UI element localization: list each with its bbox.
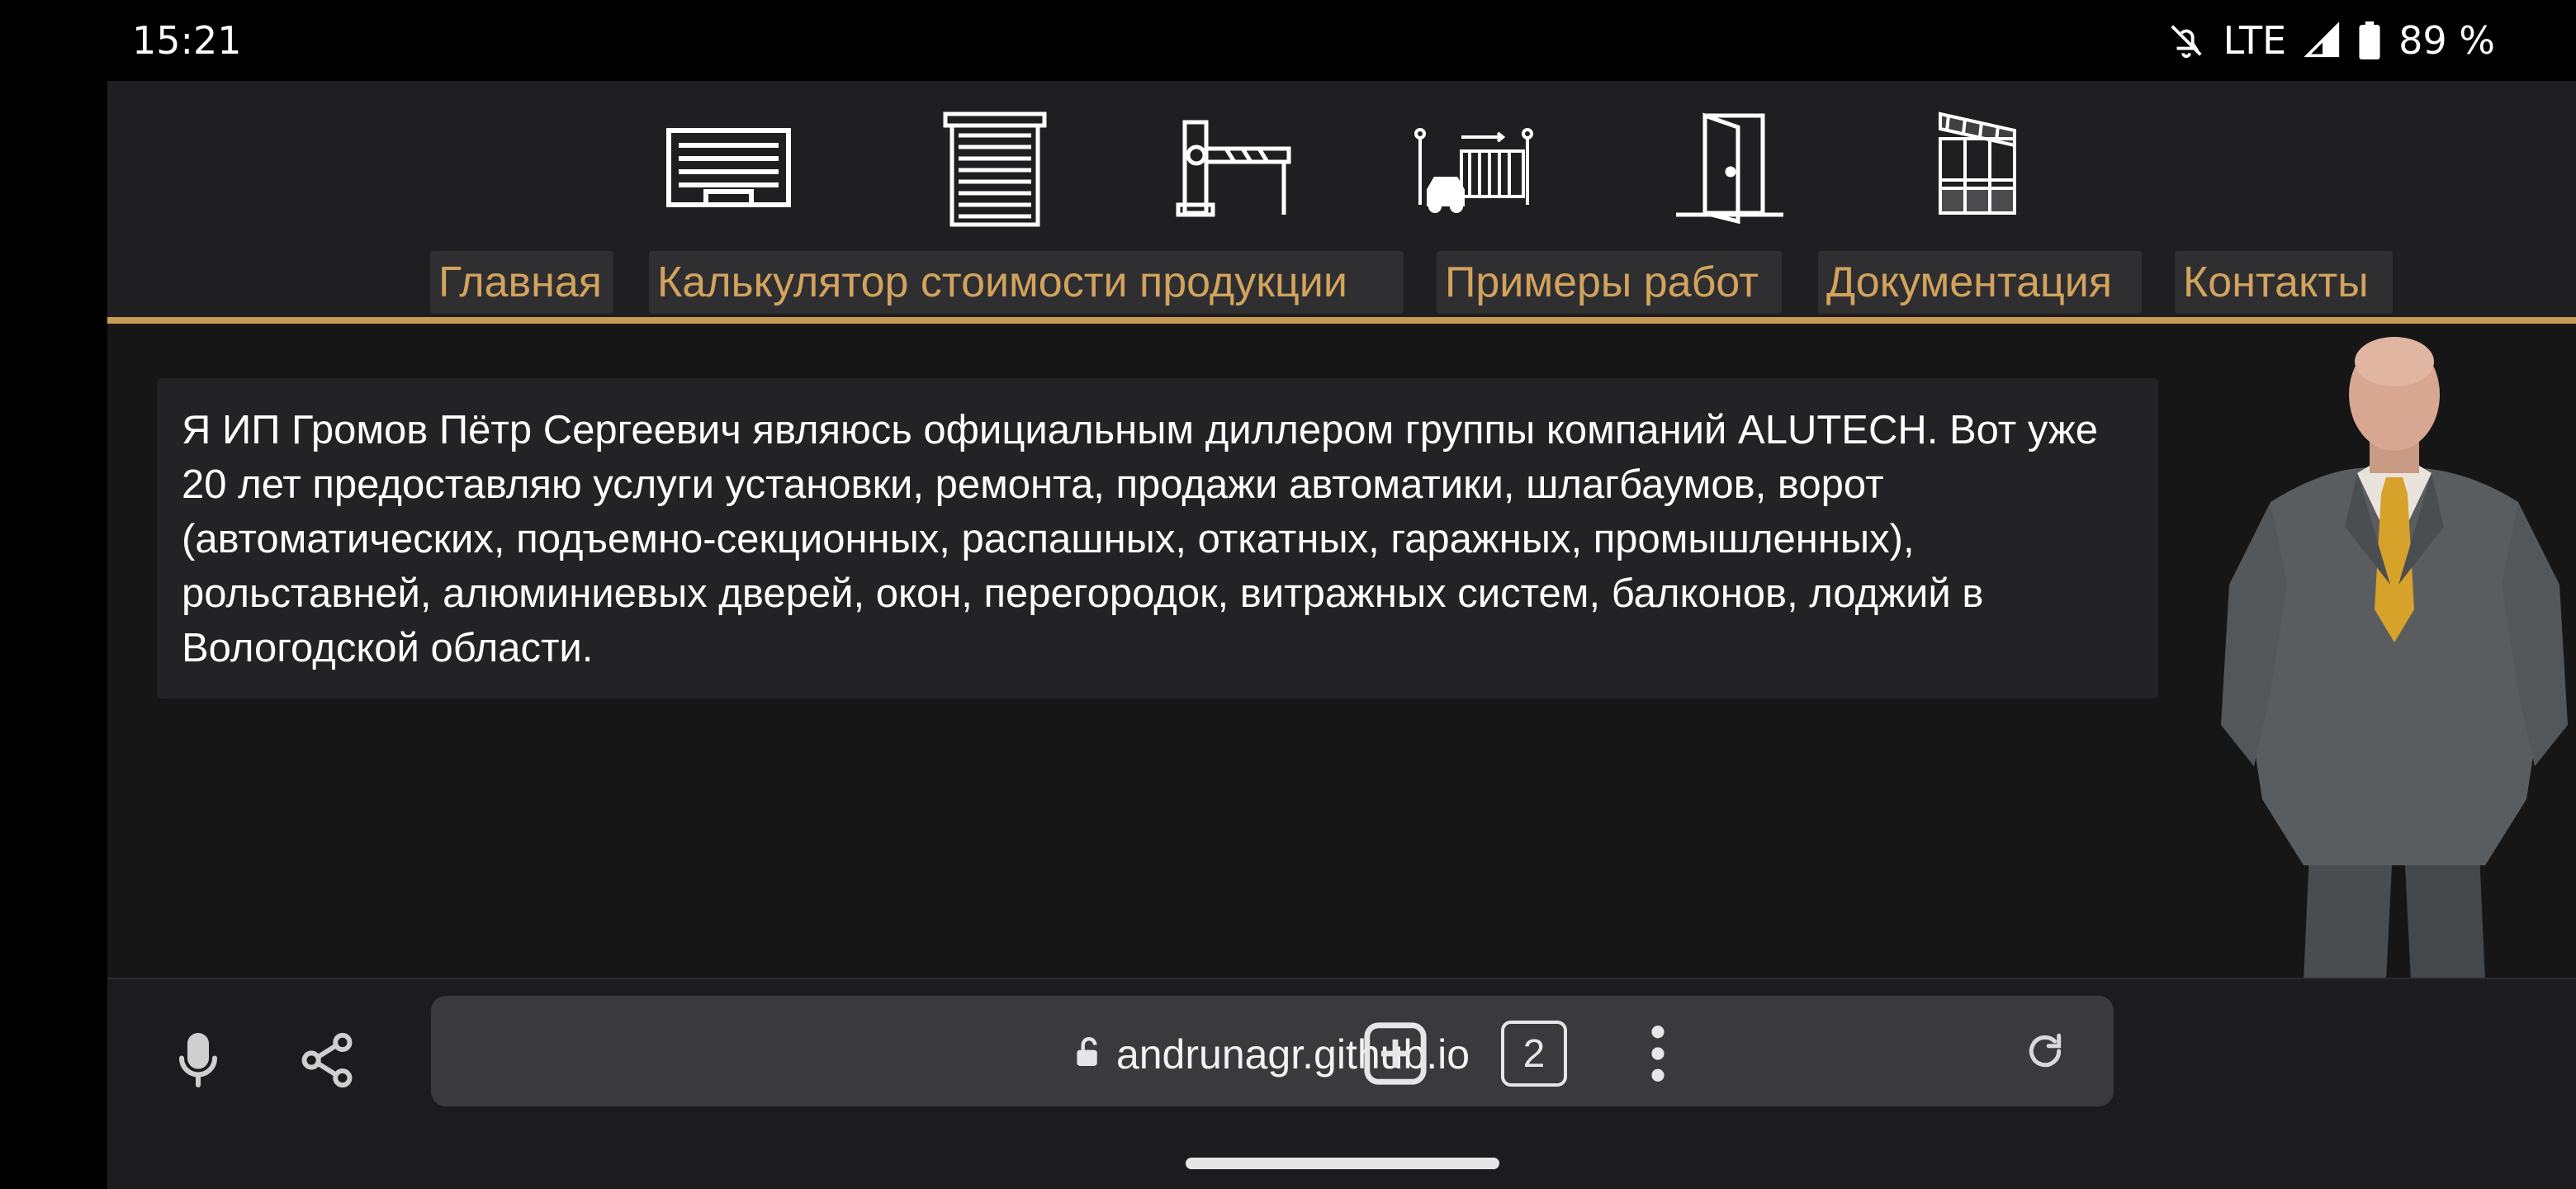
url-text[interactable]: andrunagr.github.io bbox=[431, 996, 2114, 1106]
tab-count: 2 bbox=[1501, 1021, 1567, 1087]
reload-icon[interactable] bbox=[2018, 1024, 2072, 1078]
web-page: Главная Калькулятор стоимости продукции … bbox=[107, 81, 2576, 978]
nav-portfolio[interactable]: Примеры работ bbox=[1437, 251, 1782, 314]
address-bar[interactable]: andrunagr.github.io bbox=[431, 996, 2114, 1106]
battery-level: 89 % bbox=[2398, 18, 2495, 63]
share-icon[interactable] bbox=[286, 1019, 368, 1101]
barrier-icon[interactable] bbox=[1160, 106, 1300, 230]
status-time: 15:21 bbox=[132, 18, 242, 63]
site-header: Главная Калькулятор стоимости продукции … bbox=[107, 81, 2576, 320]
left-edge bbox=[0, 81, 107, 1189]
battery-icon bbox=[2359, 21, 2380, 59]
status-icons: LTE 89 % bbox=[2167, 18, 2495, 63]
mute-icon bbox=[2167, 21, 2205, 59]
product-icons bbox=[107, 106, 2576, 230]
signal-icon bbox=[2304, 22, 2341, 59]
lock-icon bbox=[1075, 999, 1103, 1110]
balcony-icon[interactable] bbox=[1907, 106, 2048, 230]
tabs-icon[interactable]: 2 bbox=[1498, 1017, 1570, 1090]
network-label: LTE bbox=[2223, 18, 2287, 63]
more-icon[interactable] bbox=[1633, 1017, 1683, 1090]
status-bar: 15:21 LTE 89 % bbox=[0, 0, 2576, 81]
owner-photo bbox=[2213, 337, 2576, 978]
nav-documentation[interactable]: Документация bbox=[1818, 251, 2142, 314]
header-divider bbox=[107, 317, 2576, 324]
nav-contacts[interactable]: Контакты bbox=[2175, 251, 2393, 314]
door-icon[interactable] bbox=[1660, 106, 1800, 230]
nav-price-calculator[interactable]: Калькулятор стоимости продукции bbox=[649, 251, 1404, 314]
about-text: Я ИП Громов Пётр Сергеевич являюсь офици… bbox=[157, 378, 2158, 699]
gesture-handle[interactable] bbox=[1186, 1158, 1499, 1169]
roller-shutter-icon[interactable] bbox=[921, 106, 1061, 230]
mic-icon[interactable] bbox=[157, 1019, 239, 1101]
new-tab-icon[interactable] bbox=[1359, 1017, 1432, 1090]
main-nav: Главная Калькулятор стоимости продукции … bbox=[107, 251, 2576, 314]
garage-door-icon[interactable] bbox=[661, 106, 801, 230]
nav-home[interactable]: Главная bbox=[430, 251, 613, 314]
sliding-gate-icon[interactable] bbox=[1404, 106, 1544, 230]
